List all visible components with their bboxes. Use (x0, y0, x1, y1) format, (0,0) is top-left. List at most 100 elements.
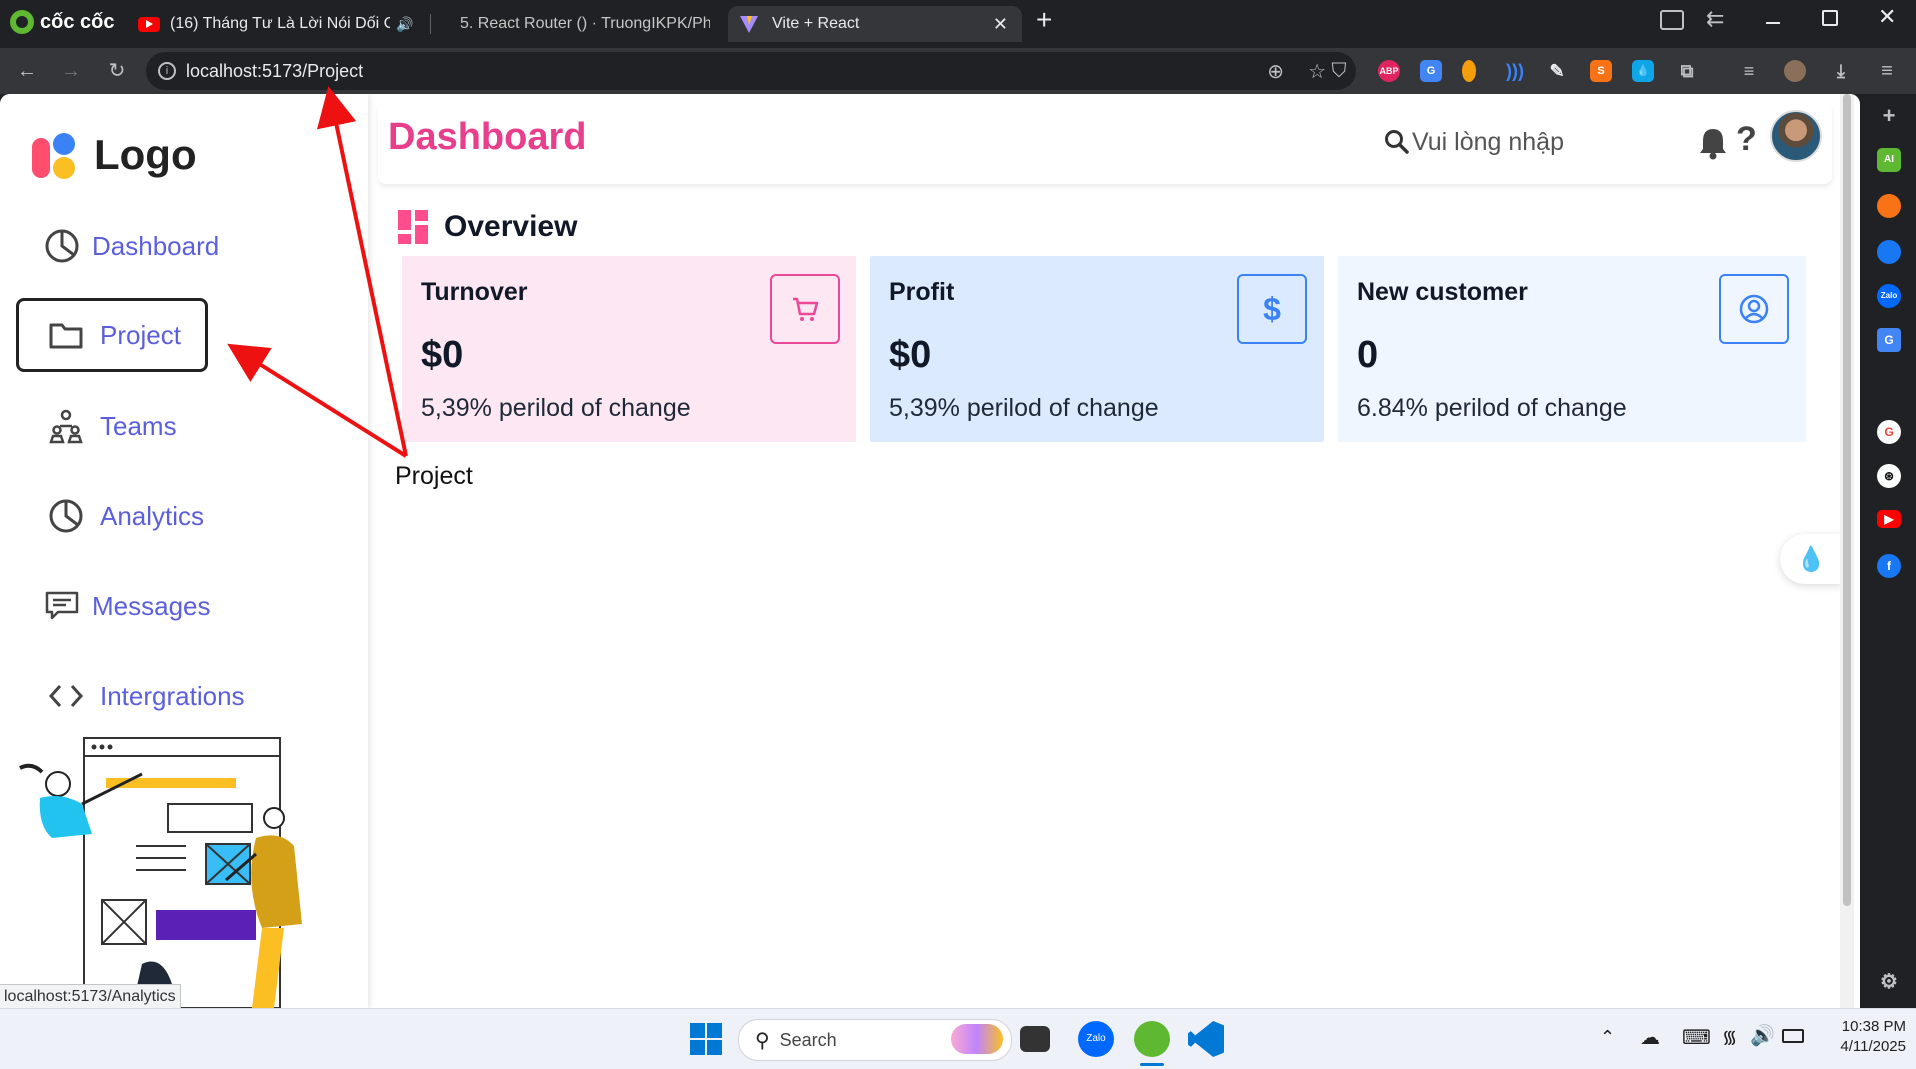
tab-react-router[interactable]: 5. React Router () · TruongIKPK/Ph (460, 6, 710, 42)
minimize-icon[interactable] (1766, 22, 1780, 24)
sidebar-item-analytics[interactable]: Analytics (16, 482, 206, 550)
message-icon (44, 584, 80, 628)
clock-date: 4/11/2025 (1840, 1038, 1906, 1055)
sidebar-item-dashboard[interactable]: Dashboard (16, 212, 219, 280)
shield-icon[interactable]: ⛉ (1326, 58, 1352, 84)
google-icon[interactable]: G (1877, 420, 1901, 444)
restore-icon[interactable] (1822, 10, 1838, 26)
overview-title: Overview (444, 210, 578, 243)
tab-vite-react[interactable]: Vite + React ✕ (728, 6, 1022, 42)
back-history-icon[interactable]: ⇇ (1706, 6, 1724, 32)
card-change: 6.84% perilod of change (1357, 394, 1627, 422)
zalo-icon[interactable]: Zalo (1877, 284, 1901, 308)
pie-chart-icon (44, 224, 80, 268)
bookmark-star-icon[interactable]: ☆ (1308, 59, 1326, 84)
coccoc-taskbar-icon[interactable] (1134, 1021, 1170, 1057)
folder-icon (44, 313, 88, 357)
search-box[interactable]: Vui lòng nhập (1384, 124, 1604, 160)
zoom-icon[interactable]: ⊕ (1267, 59, 1284, 84)
battery-icon[interactable] (1782, 1029, 1804, 1043)
sidebar-item-label: Intergrations (100, 680, 245, 711)
red-extension-icon[interactable]: S (1590, 60, 1612, 82)
card-icon-button[interactable]: $ (1237, 274, 1307, 344)
card-profit: Profit $0 5,39% perilod of change $ (870, 256, 1324, 442)
keyboard-icon[interactable]: ⌨ (1682, 1025, 1711, 1050)
pen-extension-icon[interactable]: ✎ (1546, 60, 1568, 82)
search-input[interactable]: Vui lòng nhập (1412, 128, 1564, 157)
sidebar-illustration (19, 737, 302, 1008)
browser-side-panel: + AI Zalo G G ⊛ ▶ f ⚙ (1860, 94, 1916, 1008)
tab-search-icon[interactable] (1660, 10, 1684, 30)
file-explorer-icon[interactable] (1020, 1026, 1050, 1052)
download-icon[interactable]: ⤓ (1830, 60, 1852, 82)
url-text[interactable]: localhost:5173/Project (186, 61, 363, 82)
reload-icon[interactable]: ↻ (104, 58, 130, 84)
address-bar[interactable]: i localhost:5173/Project ⊕ ☆ (146, 52, 1356, 90)
sidebar-item-messages[interactable]: Messages (16, 572, 211, 640)
zalo-taskbar-icon[interactable]: Zalo (1078, 1021, 1114, 1057)
tray-chevron-icon[interactable]: ⌃ (1600, 1027, 1615, 1048)
wave-extension-icon[interactable]: ))) (1504, 60, 1526, 82)
clock[interactable]: 10:38 PM 4/11/2025 (1810, 1017, 1906, 1057)
tab-title: Vite + React (772, 15, 860, 32)
card-change: 5,39% perilod of change (421, 394, 691, 422)
scrollbar-thumb[interactable] (1843, 94, 1851, 906)
wifi-icon[interactable]: ᯾ (1722, 1025, 1737, 1049)
add-panel-icon[interactable]: + (1877, 104, 1901, 128)
drop-extension-icon[interactable]: 💧 (1632, 60, 1654, 82)
top-header: Dashboard Vui lòng nhập ? (378, 102, 1832, 184)
translate-icon[interactable]: G (1420, 60, 1442, 82)
status-url-tooltip: localhost:5173/Analytics (0, 984, 181, 1010)
taskbar-search[interactable]: ⚲ Search (738, 1019, 1012, 1061)
site-info-icon[interactable]: i (158, 62, 176, 80)
logo[interactable]: Logo (30, 130, 197, 180)
page-scrollbar[interactable] (1840, 94, 1854, 1008)
reading-list-icon[interactable]: ≡ (1738, 60, 1760, 82)
close-tab-icon[interactable]: ✕ (993, 14, 1008, 35)
user-circle-icon (1739, 294, 1769, 324)
card-change: 5,39% perilod of change (889, 394, 1159, 422)
close-window-icon[interactable]: ✕ (1878, 4, 1896, 30)
puzzle-icon[interactable]: ⧉ (1676, 60, 1698, 82)
translate-panel-icon[interactable]: G (1877, 328, 1901, 352)
sidebar-item-intergrations[interactable]: Intergrations (16, 662, 256, 730)
coccoc-game-icon[interactable] (1877, 194, 1901, 218)
card-value: 0 (1357, 334, 1379, 376)
vscode-icon[interactable] (1188, 1021, 1224, 1057)
windows-taskbar: ⚲ Search Zalo ⌃ ☁ ⌨ ᯾ 🔊 10:38 PM 4/11/20… (0, 1008, 1916, 1069)
sidebar-item-teams[interactable]: Teams (16, 392, 206, 460)
chatgpt-icon[interactable]: ⊛ (1877, 464, 1901, 488)
settings-icon[interactable]: ⚙ (1877, 970, 1901, 994)
facebook-icon[interactable]: f (1877, 554, 1901, 578)
ai-icon[interactable]: AI (1877, 148, 1901, 172)
back-icon[interactable]: ← (14, 58, 40, 84)
floating-assistant-button[interactable]: 💧 (1780, 534, 1842, 584)
taskbar-search-label: Search (779, 1029, 837, 1050)
coccoc-logo[interactable]: cốc cốc (10, 10, 114, 34)
volume-icon[interactable]: 🔊 (1750, 1023, 1775, 1048)
extension-orange-icon[interactable] (1462, 60, 1476, 82)
forward-icon[interactable]: → (58, 58, 84, 84)
clock-time: 10:38 PM (1841, 1018, 1906, 1035)
app-sidebar: Logo Dashboard Project Teams Analytics M… (0, 94, 368, 1008)
card-icon-button[interactable] (770, 274, 840, 344)
card-title: New customer (1357, 278, 1528, 306)
adblock-icon[interactable]: ABP (1378, 60, 1400, 82)
profile-avatar-icon[interactable] (1784, 60, 1806, 82)
tab-title: (16) Tháng Tư Là Lời Nói Dối C (170, 15, 390, 32)
onedrive-icon[interactable]: ☁ (1640, 1025, 1660, 1050)
sidebar-item-project[interactable]: Project (16, 298, 208, 372)
overview-heading: Overview (398, 210, 577, 244)
avatar[interactable] (1770, 110, 1822, 162)
bell-icon[interactable] (1698, 126, 1728, 160)
youtube-panel-icon[interactable]: ▶ (1877, 510, 1901, 528)
sidebar-item-label: Dashboard (92, 230, 220, 261)
card-icon-button[interactable] (1719, 274, 1789, 344)
new-tab-button[interactable]: + (1036, 4, 1052, 36)
speaker-icon[interactable]: 🔊 (396, 16, 413, 33)
messenger-icon[interactable] (1877, 240, 1901, 264)
help-icon[interactable]: ? (1736, 120, 1757, 159)
tab-youtube[interactable]: (16) Tháng Tư Là Lời Nói Dối C 🔊 (138, 6, 428, 42)
menu-icon[interactable]: ≡ (1876, 60, 1898, 82)
windows-start-icon[interactable] (688, 1021, 724, 1057)
